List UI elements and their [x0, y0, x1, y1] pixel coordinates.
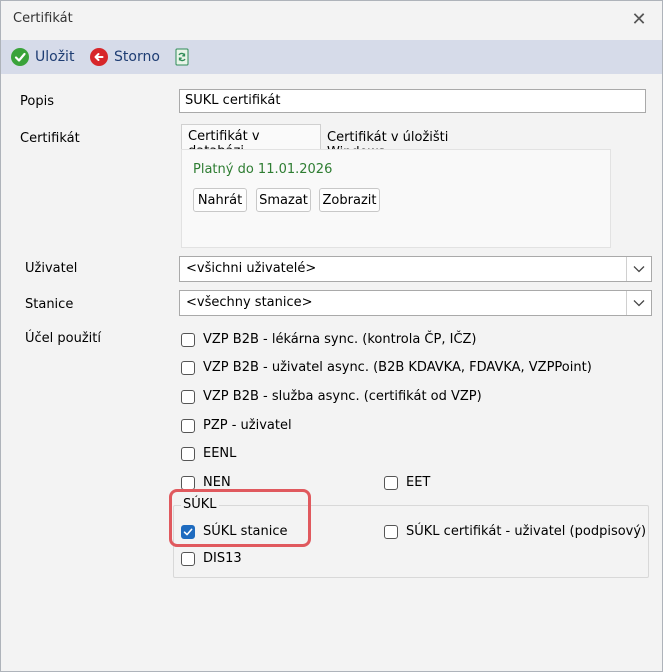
- checkbox-vzp-lekarna[interactable]: VZP B2B - lékárna sync. (kontrola ČP, IČ…: [181, 332, 477, 347]
- checkbox-dis13[interactable]: DIS13: [181, 551, 242, 566]
- ucel-label: Účel použití: [25, 331, 101, 346]
- checkbox-label: VZP B2B - lékárna sync. (kontrola ČP, IČ…: [203, 332, 477, 347]
- popis-label: Popis: [20, 94, 54, 109]
- tab-certifikat-databaze[interactable]: Certifikát v databázi: [181, 124, 321, 159]
- checkbox-box[interactable]: [181, 360, 195, 375]
- tab-certifikat-uloziste[interactable]: Certifikát v úložišti Windows: [321, 126, 511, 160]
- chevron-down-icon[interactable]: [626, 291, 651, 315]
- chevron-down-icon[interactable]: [626, 257, 651, 281]
- back-arrow-icon: [90, 48, 108, 66]
- refresh-button[interactable]: [173, 44, 191, 70]
- checkbox-label: DIS13: [203, 551, 242, 566]
- uzivatel-value: <všichni uživatelé>: [186, 261, 317, 276]
- uzivatel-select[interactable]: <všichni uživatelé>: [179, 256, 652, 282]
- valid-status: Platný do 11.01.2026: [193, 162, 333, 177]
- checkbox-label: PZP - uživatel: [203, 418, 292, 433]
- stanice-label: Stanice: [25, 297, 74, 312]
- cancel-label: Storno: [114, 49, 160, 65]
- checkbox-label: EENL: [203, 446, 237, 461]
- checkbox-box[interactable]: [181, 551, 195, 566]
- checkbox-eenl[interactable]: EENL: [181, 446, 236, 461]
- certifikat-label: Certifikát: [20, 131, 80, 146]
- delete-button[interactable]: Smazat: [256, 188, 311, 212]
- checkbox-label: NEN: [203, 475, 231, 490]
- checkbox-label: EET: [406, 475, 431, 490]
- highlight-frame: [169, 489, 311, 547]
- checkbox-eet[interactable]: EET: [384, 475, 430, 490]
- title-bar: Certifikát ✕: [1, 1, 662, 39]
- tab-panel: Platný do 11.01.2026 Nahrát Smazat Zobra…: [181, 149, 611, 248]
- checkbox-vzp-uzivatel[interactable]: VZP B2B - uživatel async. (B2B KDAVKA, F…: [181, 360, 592, 375]
- checkbox-box[interactable]: [181, 332, 195, 347]
- popis-input[interactable]: SUKL certifikát: [179, 89, 646, 113]
- certificate-dialog: Certifikát ✕ Uložit Storno Popis SUKL ce…: [0, 0, 663, 672]
- checkbox-label: VZP B2B - uživatel async. (B2B KDAVKA, F…: [203, 360, 592, 375]
- checkbox-label: VZP B2B - služba async. (certifikát od V…: [203, 389, 482, 404]
- checkbox-box[interactable]: [181, 446, 195, 461]
- toolbar: Uložit Storno: [1, 40, 662, 74]
- close-icon[interactable]: ✕: [626, 7, 652, 33]
- checkbox-label: SÚKL certifikát - uživatel (podpisový): [406, 524, 647, 539]
- checkbox-sukl-certifikat-uzivatel[interactable]: SÚKL certifikát - uživatel (podpisový): [384, 524, 646, 539]
- checkbox-vzp-sluzba[interactable]: VZP B2B - služba async. (certifikát od V…: [181, 389, 482, 404]
- checkbox-box[interactable]: [181, 389, 195, 404]
- checkbox-pzp[interactable]: PZP - uživatel: [181, 418, 292, 433]
- window-title: Certifikát: [13, 11, 73, 26]
- form-area: Popis SUKL certifikát Certifikát Certifi…: [1, 74, 662, 671]
- save-button[interactable]: Uložit: [11, 44, 74, 70]
- checkbox-box[interactable]: [181, 418, 195, 433]
- cancel-button[interactable]: Storno: [90, 44, 160, 70]
- save-label: Uložit: [35, 49, 75, 65]
- uzivatel-label: Uživatel: [25, 261, 78, 276]
- checkbox-box[interactable]: [181, 475, 195, 490]
- show-button[interactable]: Zobrazit: [319, 188, 380, 212]
- refresh-icon: [173, 48, 191, 66]
- check-icon: [11, 48, 29, 66]
- upload-button[interactable]: Nahrát: [193, 188, 247, 212]
- stanice-value: <všechny stanice>: [186, 295, 313, 310]
- checkbox-box[interactable]: [384, 524, 398, 539]
- checkbox-nen[interactable]: NEN: [181, 475, 231, 490]
- checkbox-box[interactable]: [384, 475, 398, 490]
- stanice-select[interactable]: <všechny stanice>: [179, 290, 652, 316]
